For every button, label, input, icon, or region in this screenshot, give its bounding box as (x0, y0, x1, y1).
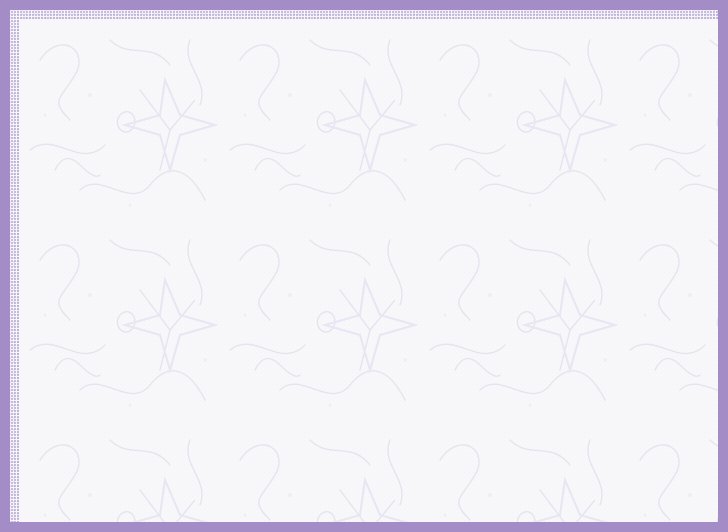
textured-canvas (20, 20, 718, 522)
background-pattern (20, 20, 718, 522)
bordered-frame (0, 0, 728, 532)
